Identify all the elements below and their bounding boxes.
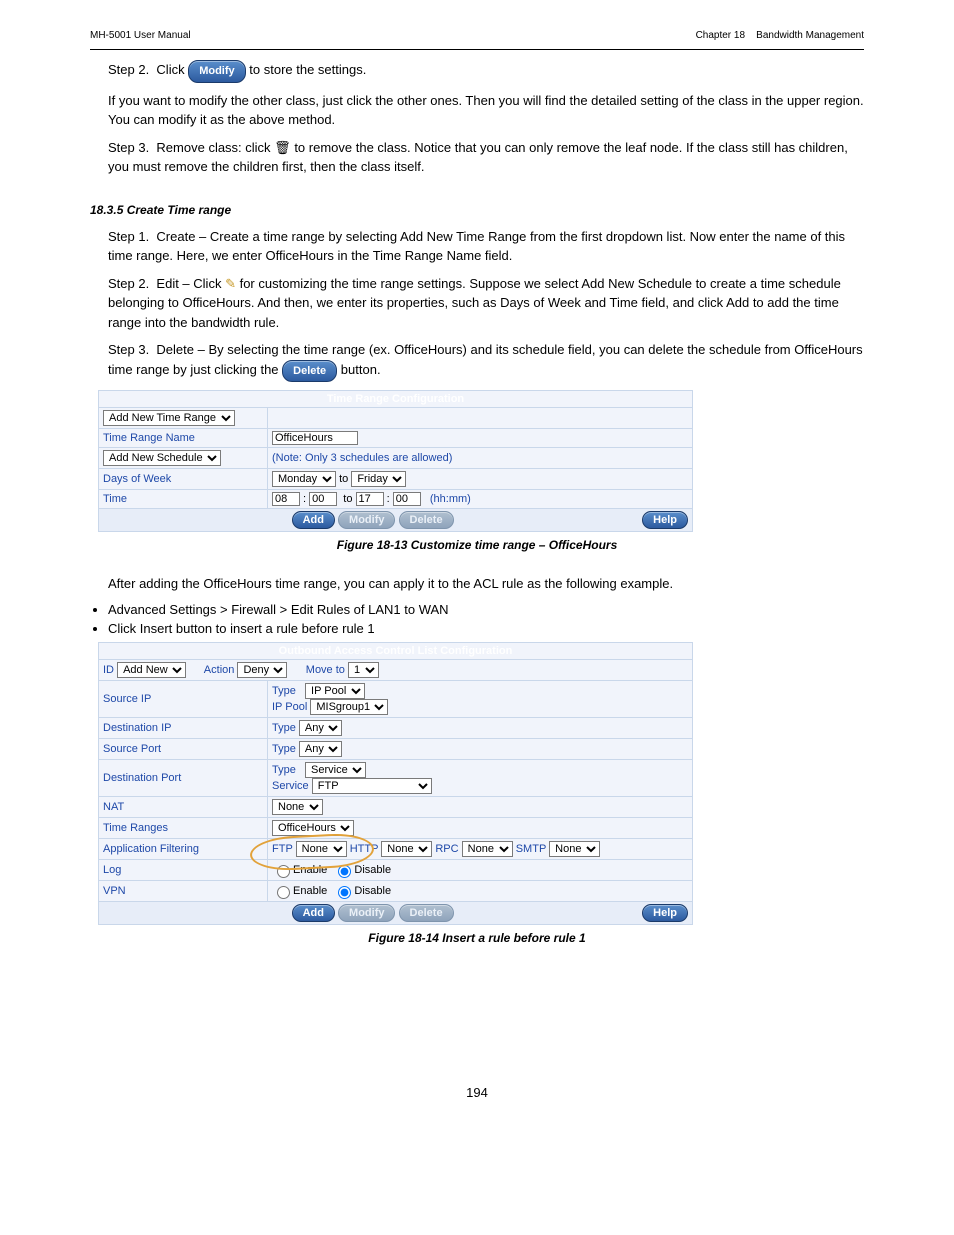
label-vpn: VPN — [99, 880, 268, 901]
log-enable-radio[interactable] — [277, 865, 290, 878]
af-http-label: HTTP — [350, 843, 379, 855]
vpn-disable-label: Disable — [354, 884, 391, 896]
ex-s3: Step 3. Delete – By selecting the time r… — [108, 340, 864, 382]
tbl1-modify-button[interactable]: Modify — [338, 511, 395, 529]
dstip-type-select[interactable]: Any — [299, 720, 342, 736]
time-h2-input[interactable] — [356, 492, 384, 506]
day-to-select[interactable]: Friday — [351, 471, 406, 487]
tbl1-add-button[interactable]: Add — [292, 511, 335, 529]
srcip-pool-select[interactable]: MISgroup1 — [310, 699, 388, 715]
add-time-range-select[interactable]: Add New Time Range — [103, 410, 235, 426]
step2-text-a: Step 2. Click — [108, 62, 188, 77]
dport-type-select[interactable]: Service — [305, 762, 366, 778]
pencil-icon: ✎ — [225, 276, 236, 291]
label-dstip: Destination IP — [99, 717, 268, 738]
af-smtp-label: SMTP — [516, 843, 546, 855]
tbl2-delete-button[interactable]: Delete — [399, 904, 454, 922]
header-divider — [90, 49, 864, 50]
srcip-pool-label: IP Pool — [272, 701, 307, 713]
time-m2-input[interactable] — [393, 492, 421, 506]
label-sport: Source Port — [99, 738, 268, 759]
dport-type-label: Type — [272, 764, 296, 776]
tbl1-title: Time Range Configuration — [99, 391, 693, 408]
id-label: ID — [103, 664, 114, 676]
tbl2-title: Outbound Access Control List Configurati… — [99, 642, 693, 659]
time-m1-input[interactable] — [309, 492, 337, 506]
ex-s2: Step 2. Edit – Click ✎ for customizing t… — [108, 274, 864, 333]
sport-type-select[interactable]: Any — [299, 741, 342, 757]
tbl2-help-button[interactable]: Help — [642, 904, 688, 922]
af-smtp-select[interactable]: None — [549, 841, 600, 857]
sport-type-label: Type — [272, 743, 296, 755]
id-select[interactable]: Add New — [117, 662, 186, 678]
after-time-range: After adding the OfficeHours time range,… — [108, 574, 864, 594]
acl-table: Outbound Access Control List Configurati… — [98, 642, 693, 925]
ex-s3-a: Step 3. Delete – By selecting the time r… — [108, 342, 863, 377]
hhmm: (hh:mm) — [430, 493, 471, 505]
section-title: 18.3.5 Create Time range — [90, 203, 864, 217]
ex-s3-b: button. — [341, 362, 381, 377]
time-to: to — [343, 493, 352, 505]
vpn-enable-label: Enable — [293, 884, 327, 896]
page-number: 194 — [90, 1085, 864, 1100]
timeranges-select[interactable]: OfficeHours — [272, 820, 354, 836]
li1: Advanced Settings > Firewall > Edit Rule… — [108, 602, 864, 617]
vpn-enable-radio[interactable] — [277, 886, 290, 899]
ex-s2-a: Step 2. Edit – Click — [108, 276, 225, 291]
srcip-type-select[interactable]: IP Pool — [305, 683, 365, 699]
action-label: Action — [204, 664, 235, 676]
caption1: Figure 18-13 Customize time range – Offi… — [90, 538, 864, 552]
li2: Click Insert button to insert a rule bef… — [108, 621, 864, 636]
dport-service-select[interactable]: FTP — [312, 778, 432, 794]
step3-line: Step 3. Remove class: click 🗑 to remove … — [108, 138, 864, 177]
dport-service-label: Service — [272, 780, 309, 792]
af-rpc-label: RPC — [435, 843, 458, 855]
af-ftp-label: FTP — [272, 843, 293, 855]
label-dport: Destination Port — [99, 759, 268, 796]
schedule-note: (Note: Only 3 schedules are allowed) — [268, 448, 693, 469]
label-log: Log — [99, 859, 268, 880]
ex-s1: Step 1. Create – Create a time range by … — [108, 227, 864, 266]
af-rpc-select[interactable]: None — [462, 841, 513, 857]
label-time: Time — [99, 490, 268, 509]
time-range-table: Time Range Configuration Add New Time Ra… — [98, 390, 693, 532]
dstip-type-label: Type — [272, 722, 296, 734]
time-h1-input[interactable] — [272, 492, 300, 506]
moveto-select[interactable]: 1 — [348, 662, 379, 678]
step2-text-b: to store the settings. — [249, 62, 366, 77]
add-schedule-select[interactable]: Add New Schedule — [103, 450, 221, 466]
caption2: Figure 18-14 Insert a rule before rule 1 — [90, 931, 864, 945]
moveto-label: Move to — [306, 664, 345, 676]
af-http-select[interactable]: None — [381, 841, 432, 857]
delete-button[interactable]: Delete — [282, 360, 337, 383]
nat-select[interactable]: None — [272, 799, 323, 815]
vpn-disable-radio[interactable] — [338, 886, 351, 899]
tbl1-delete-button[interactable]: Delete — [399, 511, 454, 529]
log-disable-radio[interactable] — [338, 865, 351, 878]
time-range-name-input[interactable] — [272, 431, 358, 445]
label-time-range-name: Time Range Name — [99, 429, 268, 448]
tbl2-modify-button[interactable]: Modify — [338, 904, 395, 922]
trash-icon: 🗑 — [274, 140, 291, 155]
label-days: Days of Week — [99, 469, 268, 490]
header-product: MH-5001 User Manual — [90, 30, 191, 41]
srcip-type-label: Type — [272, 685, 296, 697]
header-chapter: Chapter 18 Bandwidth Management — [696, 30, 864, 41]
day-from-select[interactable]: Monday — [272, 471, 336, 487]
log-disable-label: Disable — [354, 863, 391, 875]
to-text: to — [339, 473, 348, 485]
log-enable-label: Enable — [293, 863, 327, 875]
action-select[interactable]: Deny — [237, 662, 287, 678]
label-af: Application Filtering — [99, 838, 268, 859]
step2-after: If you want to modify the other class, j… — [108, 91, 864, 130]
step3-a: Step 3. Remove class: click — [108, 140, 274, 155]
af-ftp-select[interactable]: None — [296, 841, 347, 857]
label-nat: NAT — [99, 796, 268, 817]
label-srcip: Source IP — [99, 680, 268, 717]
modify-button[interactable]: Modify — [188, 60, 245, 83]
tbl1-help-button[interactable]: Help — [642, 511, 688, 529]
step2-line: Step 2. Click Modify to store the settin… — [108, 60, 864, 83]
tbl2-add-button[interactable]: Add — [292, 904, 335, 922]
label-tr: Time Ranges — [99, 817, 268, 838]
